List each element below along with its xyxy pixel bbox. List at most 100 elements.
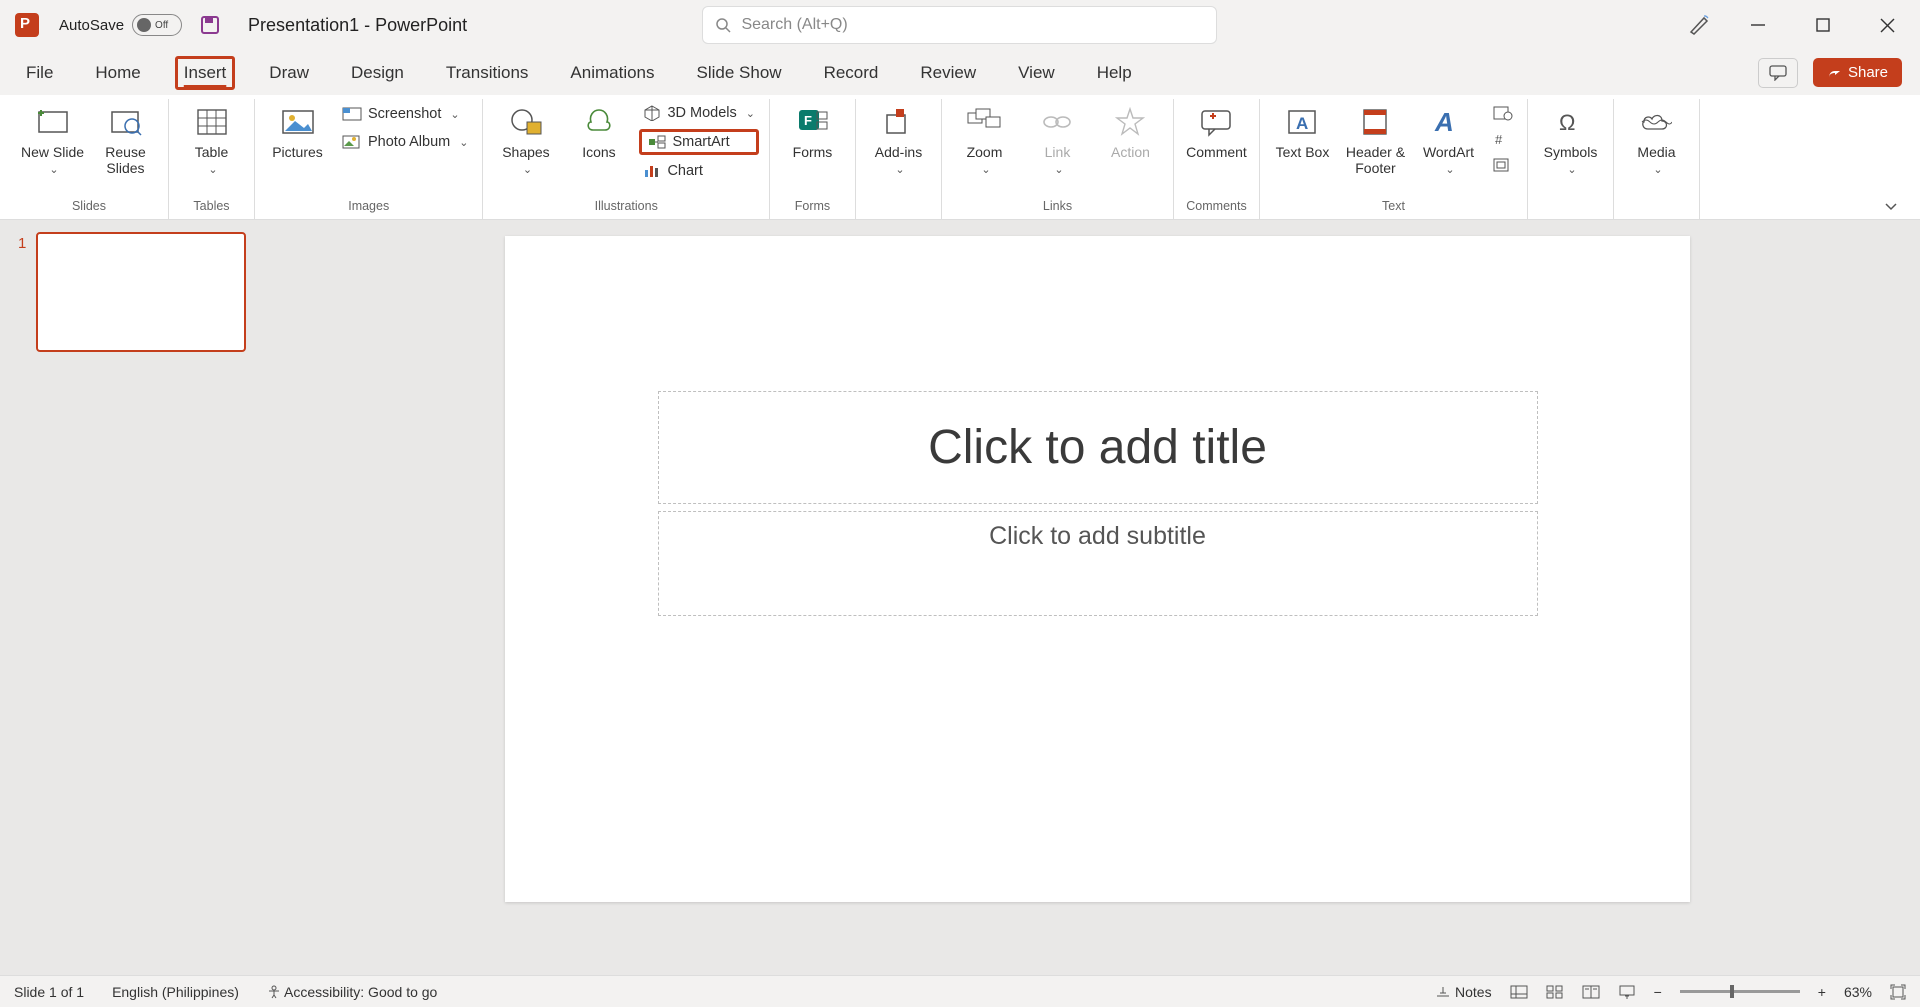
reuse-slides-icon [109, 103, 143, 141]
tab-slide-show[interactable]: Slide Show [689, 57, 790, 89]
minimize-button[interactable] [1740, 9, 1776, 41]
svg-text:F: F [804, 113, 812, 128]
group-symbols: Ω Symbols [1528, 99, 1614, 219]
comment-button[interactable]: Comment [1184, 103, 1249, 160]
shapes-button[interactable]: Shapes [493, 103, 558, 176]
tab-view[interactable]: View [1010, 57, 1063, 89]
zoom-in-button[interactable]: + [1818, 984, 1826, 1000]
table-button[interactable]: Table [179, 103, 244, 176]
thumbnail-number: 1 [18, 235, 26, 963]
toggle-knob [137, 18, 151, 32]
share-icon [1827, 65, 1842, 80]
search-icon [715, 17, 731, 33]
forms-button[interactable]: F Forms [780, 103, 845, 160]
coming-soon-icon[interactable] [1688, 14, 1710, 36]
slide-indicator[interactable]: Slide 1 of 1 [14, 984, 84, 1000]
slide-number-icon: # [1493, 131, 1511, 147]
thumbnail-panel[interactable]: 1 [0, 220, 275, 975]
accessibility-status[interactable]: Accessibility: Good to go [267, 984, 437, 1000]
svg-text:A: A [1434, 107, 1454, 137]
smartart-icon [648, 135, 666, 149]
tab-home[interactable]: Home [87, 57, 148, 89]
smartart-button[interactable]: SmartArt [639, 129, 759, 155]
action-button: Action [1098, 103, 1163, 160]
view-reading-button[interactable] [1582, 985, 1600, 999]
svg-text:Ω: Ω [1559, 110, 1575, 135]
pictures-button[interactable]: Pictures [265, 103, 330, 160]
search-input[interactable]: Search (Alt+Q) [702, 6, 1217, 44]
tab-draw[interactable]: Draw [261, 57, 317, 89]
tab-review[interactable]: Review [912, 57, 984, 89]
slide-number-button[interactable]: # [1489, 129, 1517, 149]
view-slideshow-button[interactable] [1618, 985, 1636, 999]
group-media: Media [1614, 99, 1700, 219]
autosave-toggle[interactable]: Off [132, 14, 182, 36]
accessibility-icon [267, 985, 281, 999]
addins-icon [883, 103, 913, 141]
zoom-button[interactable]: Zoom [952, 103, 1017, 176]
forms-icon: F [795, 103, 829, 141]
ribbon-collapse-button[interactable] [1872, 193, 1910, 219]
comment-icon [1199, 103, 1233, 141]
zoom-slider[interactable] [1680, 990, 1800, 993]
3d-models-button[interactable]: 3D Models [639, 103, 759, 123]
chart-button[interactable]: Chart [639, 161, 759, 181]
cube-icon [643, 105, 661, 121]
text-box-button[interactable]: A Text Box [1270, 103, 1335, 160]
header-footer-button[interactable]: Header & Footer [1343, 103, 1408, 176]
group-text: A Text Box Header & Footer A WordArt # T… [1260, 99, 1528, 219]
date-time-button[interactable] [1489, 103, 1517, 123]
text-box-icon: A [1286, 103, 1318, 141]
search-placeholder: Search (Alt+Q) [741, 16, 847, 34]
group-images: Pictures Screenshot Photo Album Images [255, 99, 483, 219]
zoom-out-button[interactable]: − [1654, 984, 1662, 1000]
tab-design[interactable]: Design [343, 57, 412, 89]
media-button[interactable]: Media [1624, 103, 1689, 176]
view-normal-button[interactable] [1510, 985, 1528, 999]
zoom-percent[interactable]: 63% [1844, 984, 1872, 1000]
symbols-icon: Ω [1555, 103, 1585, 141]
tab-animations[interactable]: Animations [562, 57, 662, 89]
comments-pane-button[interactable] [1758, 58, 1798, 88]
pictures-icon [280, 103, 316, 141]
slide-canvas-area[interactable]: Click to add title Click to add subtitle [275, 220, 1920, 975]
shapes-icon [509, 103, 543, 141]
tab-file[interactable]: File [18, 57, 61, 89]
language-indicator[interactable]: English (Philippines) [112, 984, 239, 1000]
editor-area: 1 Click to add title Click to add subtit… [0, 220, 1920, 975]
maximize-button[interactable] [1806, 10, 1840, 40]
new-slide-button[interactable]: New Slide [20, 103, 85, 176]
tab-transitions[interactable]: Transitions [438, 57, 537, 89]
tab-insert[interactable]: Insert [175, 56, 236, 90]
svg-text:A: A [1296, 114, 1308, 133]
slide-thumbnail-1[interactable] [36, 232, 246, 352]
addins-button[interactable]: Add-ins [866, 103, 931, 176]
icons-icon [583, 103, 615, 141]
fit-to-window-button[interactable] [1890, 984, 1906, 1000]
screenshot-icon [342, 105, 362, 123]
save-icon[interactable] [200, 15, 220, 35]
group-slides: New Slide Reuse Slides Slides [10, 99, 169, 219]
powerpoint-app-icon [15, 13, 39, 37]
header-footer-icon [1361, 103, 1389, 141]
title-placeholder[interactable]: Click to add title [658, 391, 1538, 504]
tab-help[interactable]: Help [1089, 57, 1140, 89]
view-sorter-button[interactable] [1546, 985, 1564, 999]
subtitle-placeholder[interactable]: Click to add subtitle [658, 511, 1538, 616]
chart-icon [643, 164, 661, 178]
close-button[interactable] [1870, 10, 1905, 41]
notes-button[interactable]: Notes [1435, 984, 1491, 1000]
screenshot-button[interactable]: Screenshot [338, 103, 472, 125]
autosave-control[interactable]: AutoSave Off [59, 14, 182, 36]
autosave-label: AutoSave [59, 17, 124, 34]
object-button[interactable] [1489, 155, 1517, 175]
share-button[interactable]: Share [1813, 58, 1902, 87]
icons-button[interactable]: Icons [566, 103, 631, 160]
symbols-button[interactable]: Ω Symbols [1538, 103, 1603, 176]
reuse-slides-button[interactable]: Reuse Slides [93, 103, 158, 176]
zoom-slider-knob[interactable] [1730, 985, 1734, 998]
wordart-button[interactable]: A WordArt [1416, 103, 1481, 176]
slide[interactable]: Click to add title Click to add subtitle [505, 236, 1690, 902]
photo-album-button[interactable]: Photo Album [338, 131, 472, 153]
tab-record[interactable]: Record [816, 57, 887, 89]
